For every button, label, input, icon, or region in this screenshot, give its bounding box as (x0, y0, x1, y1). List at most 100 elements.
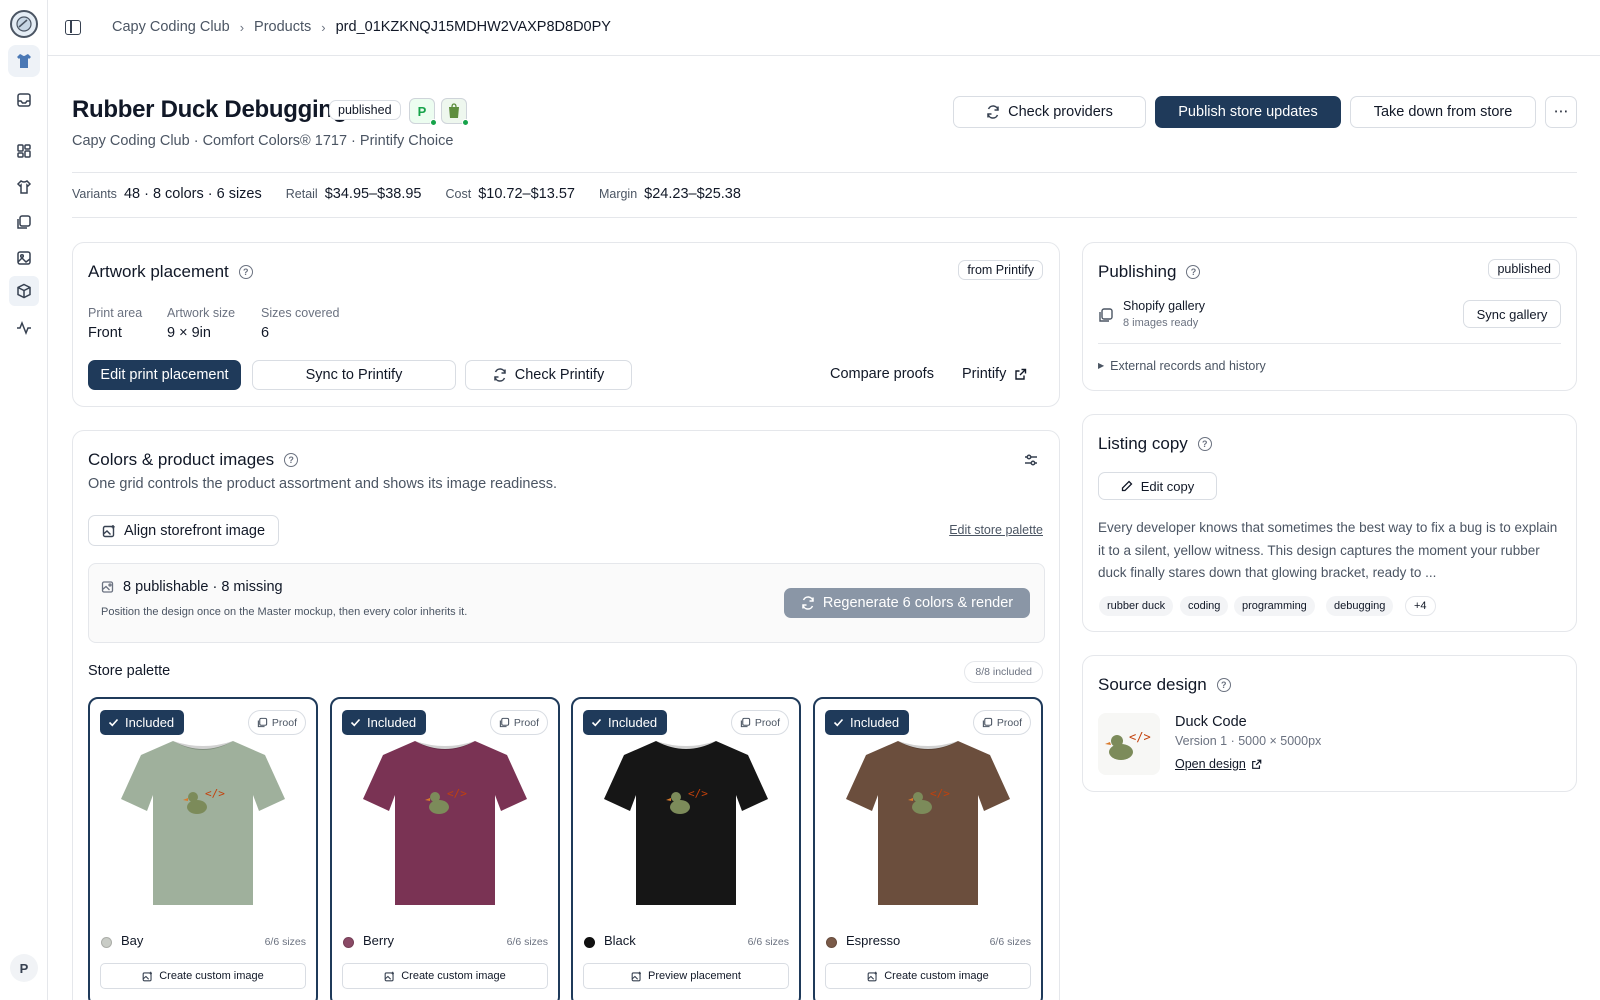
tshirt-mockup-image: </> (604, 741, 768, 905)
check-icon (591, 718, 602, 727)
gallery-name: Shopify gallery (1123, 299, 1205, 313)
included-label: Included (125, 715, 175, 730)
color-swatch (584, 937, 595, 948)
color-tile[interactable]: Included Proof </> Black 6/6 sizes Preview pl… (571, 697, 801, 1000)
sync-to-printify-button[interactable]: Sync to Printify (252, 360, 456, 390)
chevron-right-icon: › (321, 19, 326, 35)
publish-store-updates-button[interactable]: Publish store updates (1155, 96, 1341, 128)
image-icon[interactable] (12, 246, 36, 270)
package-icon[interactable] (9, 276, 39, 306)
tshirt-mockup-image: </> (121, 741, 285, 905)
help-icon[interactable]: ? (1216, 678, 1231, 692)
tile-action-button[interactable]: Preview placement (583, 963, 789, 989)
store-palette-title: Store palette (88, 663, 171, 679)
tile-action-button[interactable]: Create custom image (825, 963, 1031, 989)
product-subtitle: Capy Coding Club · Comfort Colors® 1717 … (72, 133, 454, 149)
artwork-placement-card: Artwork placement ? from Printify Print … (72, 242, 1060, 407)
svg-text:</>: </> (205, 787, 225, 800)
open-design-link[interactable]: Open design (1175, 757, 1262, 771)
tag-chip[interactable]: programming (1234, 596, 1315, 616)
disclosure-triangle-icon: ▶ (1098, 361, 1105, 370)
help-icon[interactable]: ? (238, 265, 253, 279)
external-link-icon (1251, 759, 1262, 769)
gallery-icon (499, 717, 510, 728)
publishing-card: Publishing ? published Shopify gallery 8… (1082, 242, 1577, 391)
printify-icon[interactable]: P (409, 98, 437, 126)
sidebar-toggle-icon[interactable] (65, 20, 81, 35)
more-tags-chip[interactable]: +4 (1405, 596, 1436, 616)
tag-chip[interactable]: debugging (1326, 596, 1394, 616)
align-storefront-image-button[interactable]: Align storefront image (88, 515, 279, 546)
gallery-icon[interactable] (12, 210, 36, 234)
gallery-icon (982, 717, 993, 728)
image-add-icon (384, 971, 395, 981)
tag-chip[interactable]: rubber duck (1099, 596, 1174, 616)
sizes-count: 6/6 sizes (264, 936, 306, 948)
design-meta: Version 1 · 5000 × 5000px (1175, 734, 1322, 748)
take-down-button[interactable]: Take down from store (1350, 96, 1536, 128)
regenerate-label: Regenerate 6 colors & render (822, 595, 1014, 611)
refresh-icon (494, 368, 506, 382)
design-name: Duck Code (1175, 714, 1247, 730)
tile-action-button[interactable]: Create custom image (342, 963, 548, 989)
svg-text:</>: </> (688, 787, 708, 800)
colors-description: One grid controls the product assortment… (88, 476, 558, 492)
filters-icon[interactable] (1023, 452, 1039, 471)
color-name: Berry (363, 933, 395, 948)
open-design-label: Open design (1175, 757, 1246, 771)
check-printify-label: Check Printify (514, 367, 605, 383)
cost-label: Cost (445, 187, 472, 201)
image-status-icon (101, 581, 114, 593)
readiness-summary: 8 publishable · 8 missing (123, 579, 283, 595)
image-add-icon (102, 524, 115, 537)
proof-label: Proof (513, 716, 539, 729)
breadcrumb-current: prd_01KZKNQJ15MDHW2VAXP8D8D0PY (335, 19, 611, 35)
sizes-count: 6/6 sizes (989, 936, 1031, 948)
color-tile[interactable]: Included Proof </> Espresso 6/6 sizes Create … (813, 697, 1043, 1000)
retail-label: Retail (285, 187, 318, 201)
tile-action-button[interactable]: Create custom image (100, 963, 306, 989)
source-design-card: Source design ? </> Duck Code Version 1 … (1082, 655, 1577, 792)
help-icon[interactable]: ? (1186, 265, 1201, 279)
breadcrumb-store[interactable]: Capy Coding Club (112, 19, 230, 35)
sync-gallery-button[interactable]: Sync gallery (1463, 300, 1561, 328)
refresh-icon (802, 596, 814, 610)
printify-external-link[interactable]: Printify (962, 366, 1027, 382)
external-records-toggle[interactable]: ▶ External records and history (1098, 359, 1266, 373)
help-icon[interactable]: ? (284, 453, 299, 467)
design-thumbnail[interactable]: </> (1098, 713, 1160, 775)
margin-value: $24.23–$25.38 (644, 186, 741, 202)
regenerate-colors-button[interactable]: Regenerate 6 colors & render (784, 588, 1030, 618)
products-shirt-icon[interactable] (12, 175, 36, 199)
proof-label: Proof (271, 716, 297, 729)
svg-text:</>: </> (1129, 730, 1151, 744)
compare-proofs-link[interactable]: Compare proofs (830, 366, 934, 382)
activity-icon[interactable] (12, 316, 36, 340)
dashboard-icon[interactable] (12, 139, 36, 163)
color-tile[interactable]: Included Proof </> Berry 6/6 sizes Create cus… (330, 697, 560, 1000)
variants-value: 48 · 8 colors · 6 sizes (123, 186, 262, 202)
color-name: Espresso (846, 933, 901, 948)
user-avatar[interactable]: P (10, 954, 38, 982)
inbox-icon[interactable] (12, 88, 36, 112)
print-area-label: Print area (88, 306, 143, 320)
source-design-title: Source design (1098, 675, 1207, 694)
tag-chip[interactable]: coding (1180, 596, 1229, 616)
check-printify-button[interactable]: Check Printify (465, 360, 632, 390)
color-tile[interactable]: Included Proof </> Bay 6/6 sizes Create custo… (88, 697, 318, 1000)
edit-print-placement-button[interactable]: Edit print placement (88, 360, 241, 390)
store-avatar-icon[interactable] (8, 45, 40, 77)
help-icon[interactable]: ? (1197, 437, 1212, 451)
gallery-icon (257, 717, 268, 728)
listing-copy-card: Listing copy ? Edit copy Every developer… (1082, 414, 1577, 632)
edit-copy-button[interactable]: Edit copy (1098, 472, 1217, 500)
app-logo-icon[interactable] (10, 10, 38, 38)
publishing-title: Publishing (1098, 262, 1177, 281)
check-providers-button[interactable]: Check providers (953, 96, 1146, 128)
shopify-icon[interactable] (441, 98, 469, 126)
more-options-icon[interactable]: ⋯ (1545, 96, 1577, 128)
edit-store-palette-link[interactable]: Edit store palette (949, 523, 1043, 537)
status-badge: published (329, 100, 401, 120)
image-add-icon (142, 971, 153, 981)
breadcrumb-products[interactable]: Products (254, 19, 311, 35)
